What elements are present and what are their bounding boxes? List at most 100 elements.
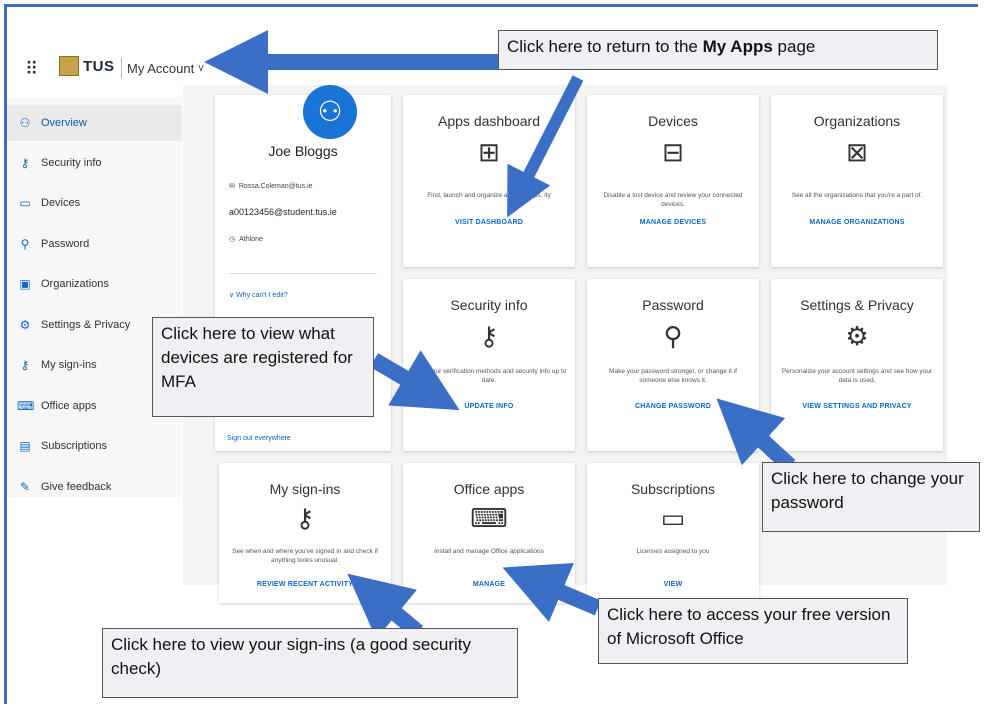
card-icon: ▤ [19, 439, 31, 453]
profile-email-row: ✉ Rossa.Coleman@tus.ie [229, 182, 313, 191]
update-info-link[interactable]: UPDATE INFO [403, 403, 575, 410]
callout-office: Click here to access your free version o… [598, 598, 908, 664]
laptop-icon: ⊟ [662, 137, 684, 167]
view-subscriptions-link[interactable]: VIEW [587, 581, 759, 588]
card-subscriptions: Subscriptions ▭ Licenses assigned to you… [587, 463, 759, 603]
logo-mark-icon [59, 56, 79, 76]
mail-icon: ✉ [229, 183, 235, 190]
sidebar-item-label: Office apps [41, 400, 97, 412]
card-settings-privacy: Settings & Privacy ⚙ Personalize your ac… [771, 279, 943, 451]
sidebar-item-devices[interactable]: ▭ Devices [7, 185, 182, 221]
card-security-info: Security info ⚷ Keep your verification m… [403, 279, 575, 451]
card-title: Organizations [813, 113, 901, 129]
apps-grid-icon: ⊞ [478, 137, 500, 167]
security-info-icon: ⚷ [20, 156, 30, 170]
profile-location-row: ◷ Athlone [229, 235, 263, 244]
card-description: Install and manage Office applications [434, 548, 544, 555]
chevron-down-icon: ∨ [229, 292, 235, 299]
key-icon: ⚲ [20, 237, 30, 251]
review-recent-activity-link[interactable]: REVIEW RECENT ACTIVITY [219, 581, 391, 588]
manage-office-link[interactable]: MANAGE [403, 581, 575, 588]
app-launcher-icon[interactable]: ⠿ [25, 59, 38, 80]
sidebar-item-label: Give feedback [41, 481, 112, 493]
sidebar-item-give-feedback[interactable]: ✎ Give feedback [7, 469, 182, 505]
change-password-link[interactable]: CHANGE PASSWORD [587, 403, 759, 410]
sidebar-item-label: Subscriptions [41, 440, 108, 452]
card-icon: ▭ [660, 503, 686, 533]
callout-my-apps: Click here to return to the My Apps page [498, 30, 938, 70]
card-description: Make your password stronger, or change i… [609, 368, 737, 384]
callout-password: Click here to change your password [762, 462, 980, 532]
laptop-icon: ▭ [19, 196, 31, 210]
key-icon: ⚲ [663, 321, 683, 351]
view-settings-privacy-link[interactable]: VIEW SETTINGS AND PRIVACY [771, 403, 943, 410]
why-edit-label: Why can't I edit? [236, 292, 288, 299]
card-password: Password ⚲ Make your password stronger, … [587, 279, 759, 451]
divider [229, 273, 377, 274]
card-description: Personalize your account settings and se… [781, 368, 933, 384]
manage-devices-link[interactable]: MANAGE DEVICES [587, 219, 759, 226]
profile-student-id: a00123456@student.tus.ie [229, 207, 337, 217]
avatar[interactable]: ⚇ [303, 85, 357, 139]
sidebar-item-password[interactable]: ⚲ Password [7, 226, 182, 262]
card-office-apps: Office apps ⌨ Install and manage Office … [403, 463, 575, 603]
card-title: Security info [450, 297, 528, 313]
sign-ins-icon: ⚷ [20, 358, 30, 372]
location-icon: ◷ [229, 236, 236, 243]
card-description: Find, launch and organize all your apps.… [427, 192, 551, 199]
card-title: Password [642, 297, 704, 313]
sidebar-item-security-info[interactable]: ⚷ Security info [7, 145, 182, 181]
security-info-icon: ⚷ [479, 321, 499, 351]
briefcase-icon: ⊠ [846, 137, 868, 167]
gear-icon: ⚙ [19, 318, 31, 332]
app-title[interactable]: My Account [127, 61, 194, 76]
manage-organizations-link[interactable]: MANAGE ORGANIZATIONS [771, 219, 943, 226]
card-description: Keep your verification methods and secur… [411, 368, 567, 384]
card-title: My sign-ins [269, 481, 341, 497]
card-organizations: Organizations ⊠ See all the organization… [771, 95, 943, 267]
sign-out-everywhere-link[interactable]: Sign out everywhere [227, 435, 291, 442]
callout-my-apps-prefix: Click here to return to the [507, 37, 703, 56]
card-apps-dashboard: Apps dashboard ⊞ Find, launch and organi… [403, 95, 575, 267]
card-my-sign-ins: My sign-ins ⚷ See when and where you've … [219, 463, 391, 603]
sidebar-item-label: Password [41, 238, 90, 250]
card-title: Subscriptions [630, 481, 716, 497]
feedback-icon: ✎ [19, 480, 31, 494]
profile-location: Athlone [239, 235, 263, 243]
chevron-down-icon[interactable]: ∨ [197, 61, 205, 74]
card-title: Apps dashboard [438, 113, 540, 129]
callout-my-apps-suffix: page [772, 37, 816, 56]
profile-name: Joe Bloggs [268, 143, 338, 159]
sidebar-item-label: Settings & Privacy [41, 319, 131, 331]
sidebar-item-organizations[interactable]: ▣ Organizations [7, 266, 182, 302]
sidebar-item-label: Devices [41, 197, 81, 209]
card-title: Devices [648, 113, 698, 129]
sidebar-item-label: Overview [41, 117, 87, 129]
profile-email: Rossa.Coleman@tus.ie [238, 182, 313, 190]
callout-mfa: Click here to view what devices are regi… [152, 317, 374, 417]
card-title: Office apps [453, 481, 525, 497]
logo-text: TUS [83, 57, 115, 75]
briefcase-icon: ▣ [19, 277, 31, 291]
card-title: Settings & Privacy [800, 297, 914, 313]
sidebar-item-subscriptions[interactable]: ▤ Subscriptions [7, 428, 182, 464]
sidebar-item-overview[interactable]: ⚇ Overview [7, 105, 182, 141]
sidebar-item-label: Security info [41, 157, 102, 169]
card-description: Disable a lost device and review your co… [603, 192, 743, 208]
card-devices: Devices ⊟ Disable a lost device and revi… [587, 95, 759, 267]
sidebar-item-label: Organizations [41, 278, 109, 290]
person-icon: ⚇ [19, 116, 31, 130]
callout-sign-ins: Click here to view your sign-ins (a good… [102, 628, 518, 698]
card-description: See when and where you've signed in and … [232, 548, 378, 564]
office-apps-icon: ⌨ [470, 503, 508, 533]
sign-ins-icon: ⚷ [295, 503, 315, 533]
why-edit-link[interactable]: ∨ Why can't I edit? [229, 291, 288, 299]
office-apps-icon: ⌨ [17, 399, 35, 413]
card-description: See all the organizations that you're a … [791, 192, 923, 199]
sidebar-item-label: My sign-ins [41, 359, 97, 371]
callout-my-apps-bold: My Apps [702, 37, 773, 56]
card-description: Licenses assigned to you [636, 548, 710, 555]
visit-dashboard-link[interactable]: VISIT DASHBOARD [403, 219, 575, 226]
sidebar: ⚇ Overview ⚷ Security info ▭ Devices ⚲ P… [7, 97, 182, 497]
tus-logo[interactable]: TUS [59, 56, 115, 76]
